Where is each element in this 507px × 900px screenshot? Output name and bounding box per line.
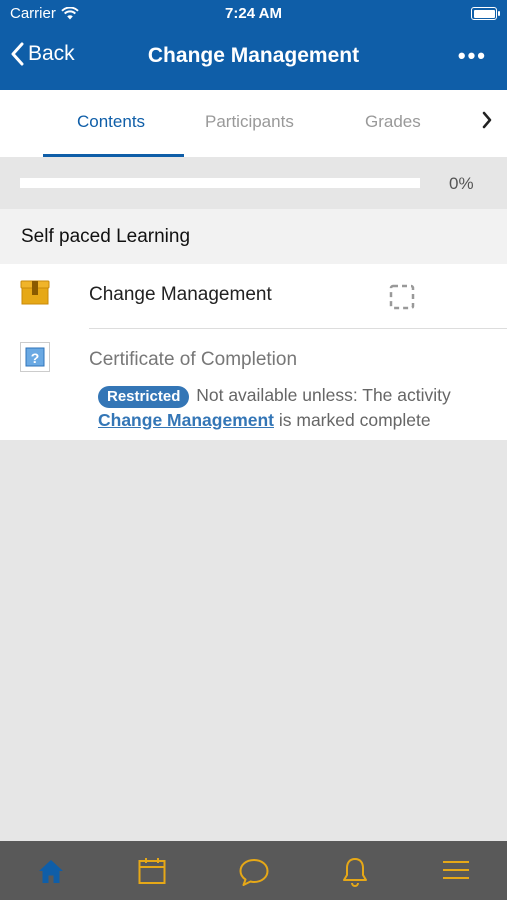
- app-header: Carrier 7:24 AM Back Change Management •…: [0, 0, 507, 90]
- restriction-text-after: is marked complete: [278, 410, 431, 430]
- activity-list: Change Management ? Certificate of Compl…: [0, 264, 507, 440]
- restriction-info: Restricted Not available unless: The act…: [98, 383, 498, 432]
- battery-icon: [471, 7, 500, 20]
- certificate-icon: ?: [20, 342, 50, 372]
- activity-item-change-management[interactable]: Change Management: [0, 264, 507, 328]
- status-time: 7:24 AM: [225, 5, 282, 22]
- course-progress: 0%: [0, 157, 507, 209]
- menu-icon: [443, 861, 469, 879]
- tab-participants[interactable]: Participants: [205, 112, 294, 132]
- activity-title: Certificate of Completion: [89, 349, 298, 370]
- tab-grades[interactable]: Grades: [365, 112, 421, 132]
- messages-button[interactable]: [238, 857, 270, 892]
- nav-bar: Back Change Management •••: [0, 36, 507, 76]
- course-tabs: Contents Participants Grades: [0, 90, 507, 157]
- restriction-text: Not available unless: The activity: [196, 385, 451, 405]
- restricted-badge: Restricted: [98, 386, 190, 408]
- chevron-right-icon: [482, 111, 492, 129]
- section-header: Self paced Learning: [0, 209, 507, 264]
- page-title: Change Management: [147, 44, 360, 67]
- more-menu-button[interactable]: [441, 857, 471, 888]
- calendar-button[interactable]: [138, 857, 166, 890]
- home-button[interactable]: [37, 857, 65, 890]
- tabs-next-button[interactable]: [481, 110, 493, 135]
- activity-item-certificate: ? Certificate of Completion Restricted N…: [0, 329, 507, 440]
- progress-text: 0%: [449, 174, 474, 193]
- more-dots-icon[interactable]: •••: [458, 43, 487, 69]
- status-bar: Carrier 7:24 AM: [0, 0, 507, 28]
- home-icon: [39, 860, 63, 883]
- restriction-activity-link[interactable]: Change Management: [98, 410, 274, 430]
- completion-checkbox-icon[interactable]: [389, 284, 415, 310]
- tab-contents[interactable]: Contents: [77, 112, 145, 132]
- bell-icon: [343, 858, 367, 888]
- package-icon: [20, 280, 50, 305]
- calendar-icon: [138, 858, 166, 884]
- activity-title: Change Management: [89, 284, 272, 305]
- section-title: Self paced Learning: [21, 226, 191, 247]
- chat-icon: [239, 859, 269, 886]
- bottom-tab-bar: [0, 841, 507, 900]
- notifications-button[interactable]: [342, 857, 368, 892]
- svg-text:?: ?: [31, 350, 40, 366]
- progress-bar: [20, 178, 420, 188]
